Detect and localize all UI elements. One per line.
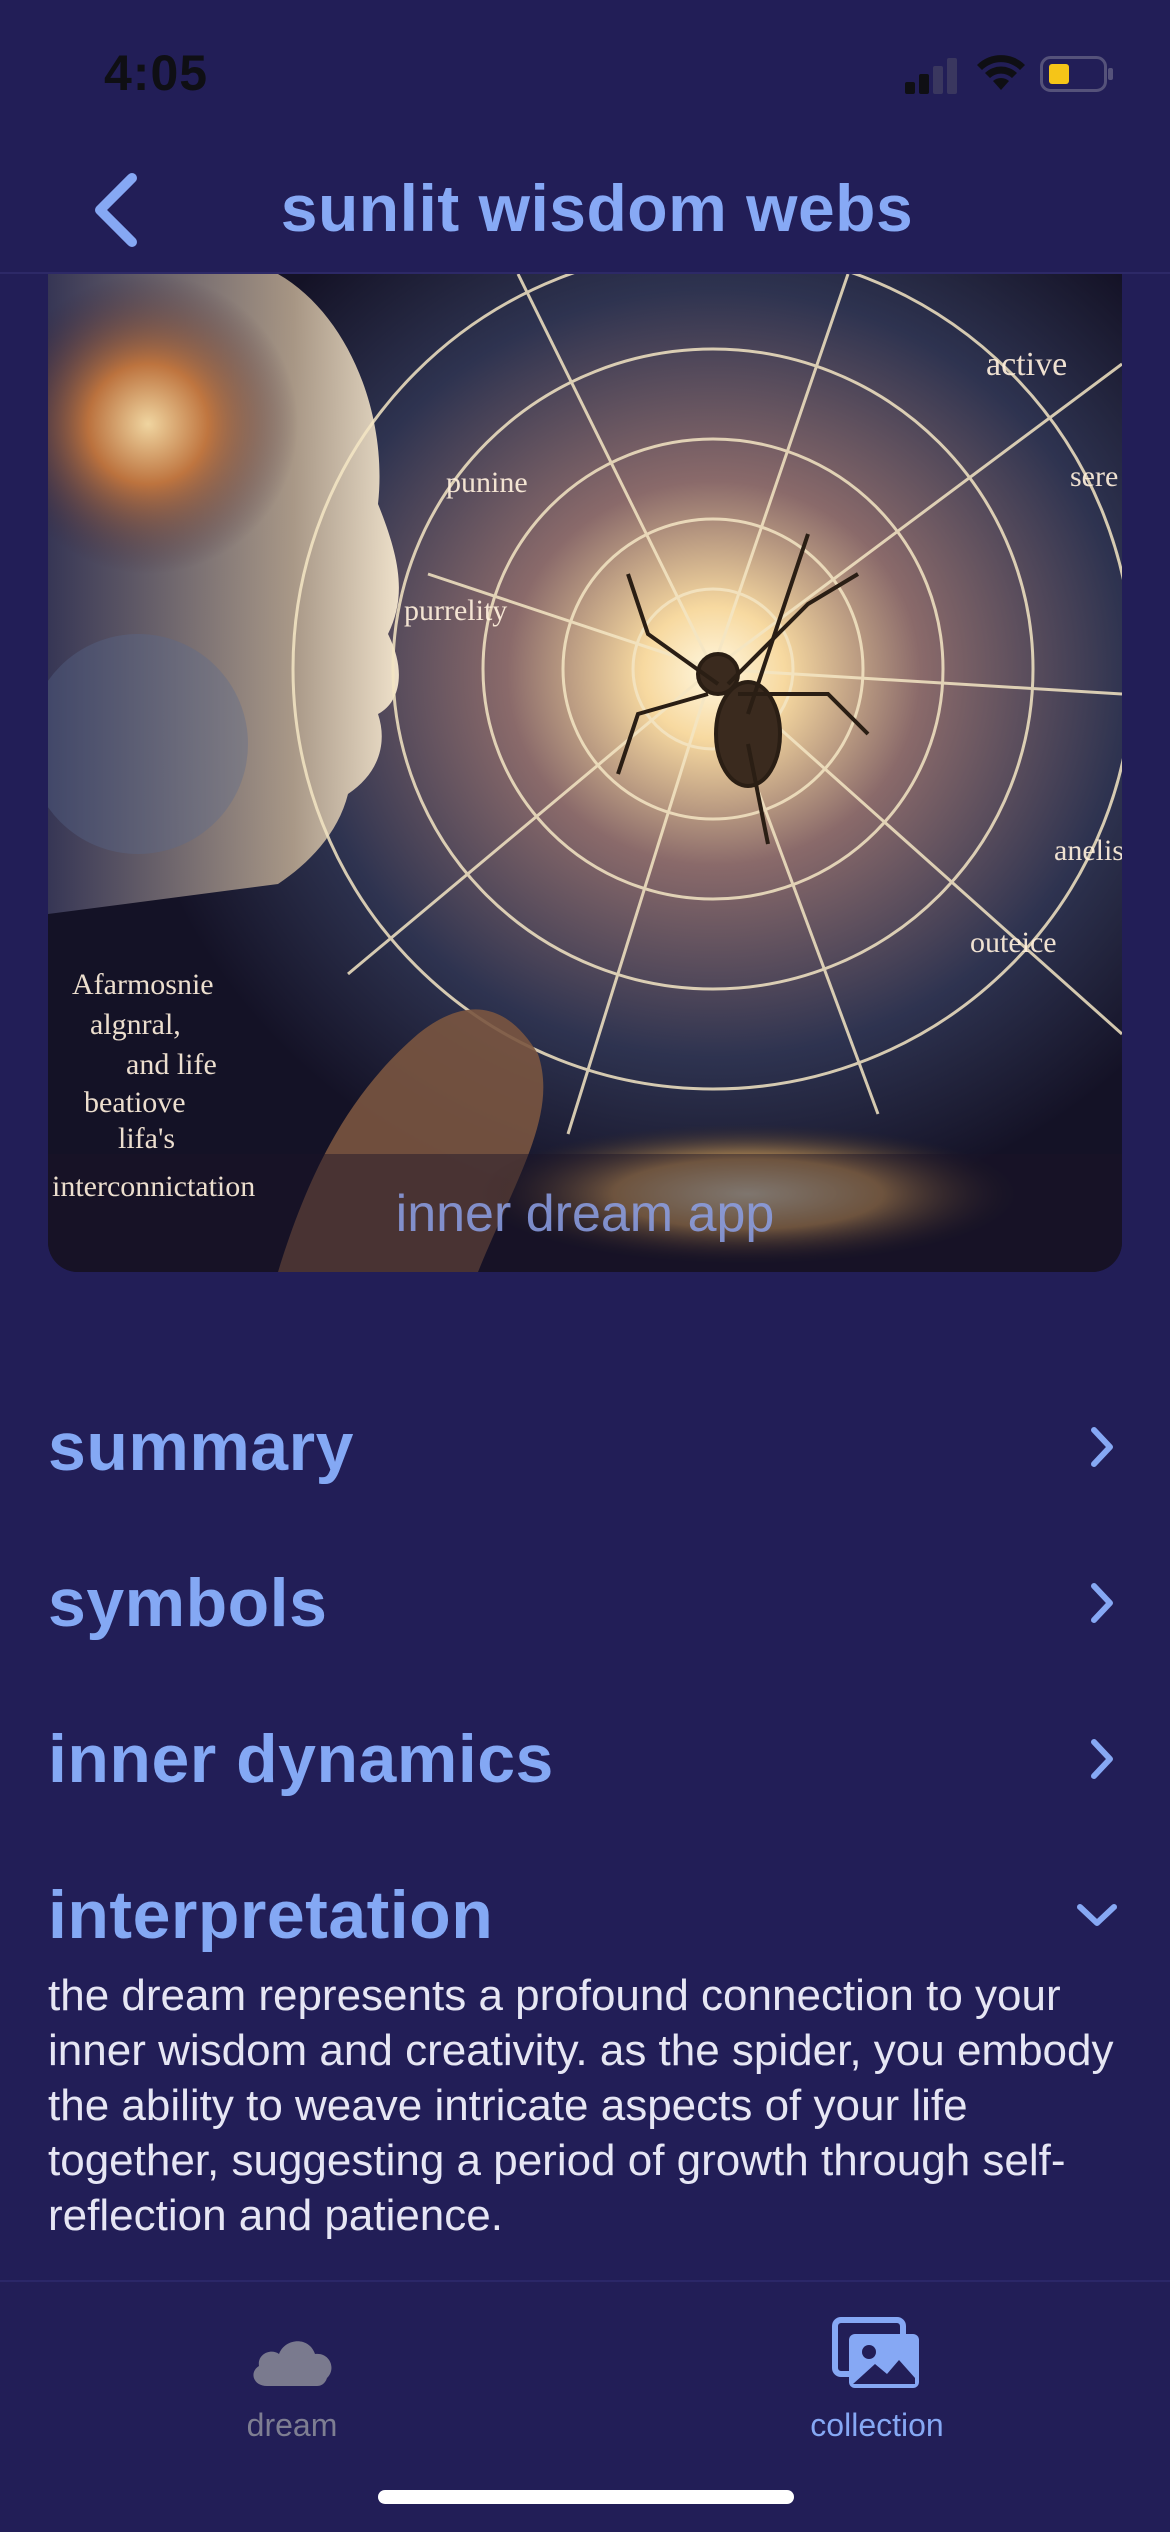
wifi-icon [977, 55, 1025, 90]
artwork-word: sere [1070, 460, 1119, 493]
status-bar: 4:05 [0, 0, 1170, 140]
artwork-word: punine [446, 466, 528, 499]
status-time: 4:05 [104, 45, 209, 101]
tab-dream[interactable]: dream [142, 2302, 442, 2452]
chevron-down-icon [1077, 1904, 1117, 1926]
section-label: symbols [48, 1565, 328, 1641]
interpretation-text: the dream represents a profound connecti… [48, 1971, 1114, 2240]
photos-icon [832, 2317, 919, 2388]
artwork-word: algnral, [90, 1008, 181, 1041]
cellular-signal-icon [905, 58, 957, 94]
section-label: interpretation [48, 1877, 494, 1953]
navigation-header: sunlit wisdom webs [0, 140, 1170, 274]
dream-image: active sere punine purrelity anelis oute… [48, 274, 1122, 1272]
artwork-word: outeice [970, 926, 1057, 959]
artwork-word: beatiove [84, 1086, 186, 1119]
tab-label: collection [810, 2407, 944, 2443]
tab-label: dream [246, 2407, 338, 2443]
artwork-word: lifa's [118, 1122, 176, 1155]
battery-icon [1040, 56, 1113, 92]
artwork-word: purrelity [404, 594, 508, 627]
artwork-word: Afarmosnie [72, 968, 214, 1001]
chevron-right-icon [1091, 1739, 1113, 1779]
image-watermark: inner dream app [395, 1185, 775, 1243]
chevron-right-icon [1091, 1427, 1113, 1467]
screen: 4:05 sunlit wisdom webs active sere puni… [0, 0, 1170, 2532]
artwork-word: and life [126, 1048, 217, 1081]
cloud-icon [253, 2341, 332, 2386]
home-indicator [378, 2490, 794, 2504]
section-interpretation[interactable]: interpretation [48, 1860, 1122, 1970]
section-symbols[interactable]: symbols [48, 1548, 1122, 1658]
section-inner-dynamics[interactable]: inner dynamics [48, 1704, 1122, 1814]
artwork-word: anelis [1054, 834, 1122, 867]
dream-artwork [48, 274, 1122, 1272]
section-label: inner dynamics [48, 1721, 554, 1797]
artwork-word: active [986, 346, 1068, 383]
tab-collection[interactable]: collection [727, 2302, 1027, 2452]
page-title: sunlit wisdom webs [280, 171, 914, 245]
section-label: summary [48, 1409, 354, 1485]
section-summary[interactable]: summary [48, 1392, 1122, 1502]
chevron-right-icon [1091, 1583, 1113, 1623]
